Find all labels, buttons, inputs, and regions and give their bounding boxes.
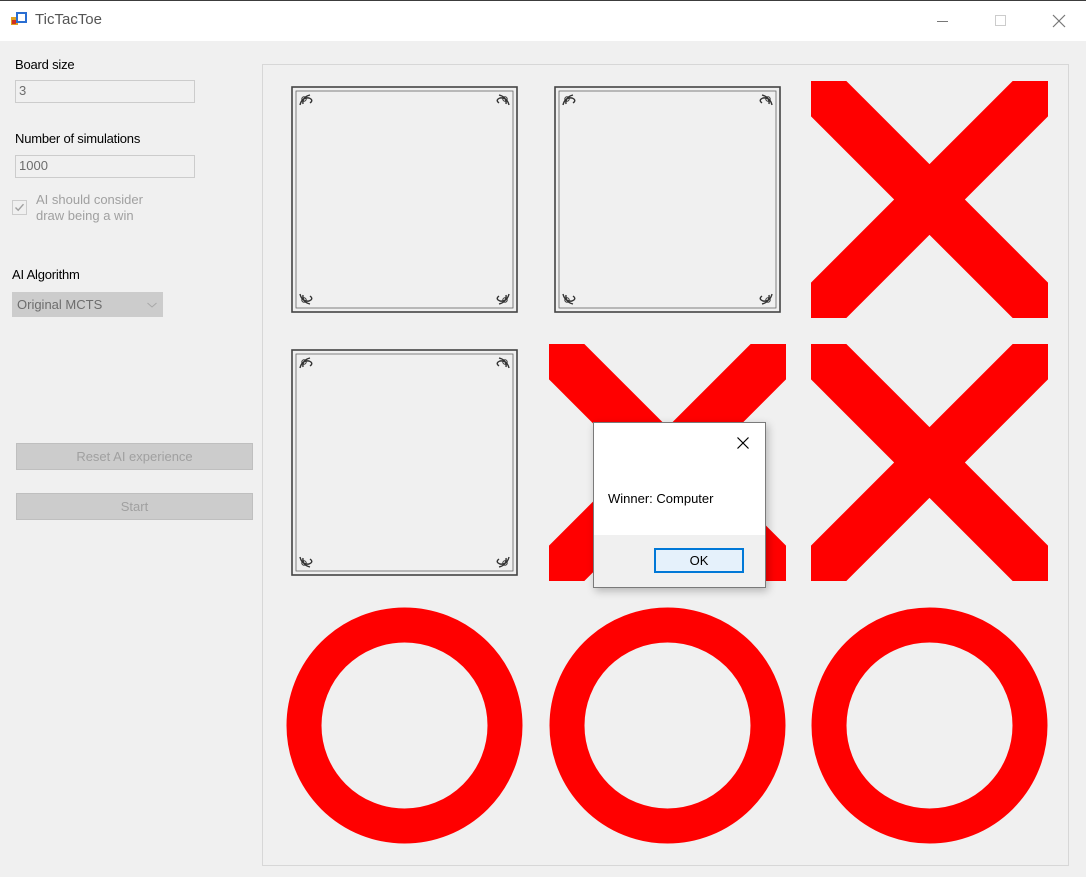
title-bar[interactable]: TicTacToe [0,1,1086,41]
empty-frame-icon [291,86,518,313]
x-mark-icon [811,81,1048,318]
draw-as-win-checkbox[interactable] [12,200,27,215]
board-size-input[interactable]: 3 [15,80,195,103]
checkmark-icon [15,203,25,212]
o-mark-icon [549,607,786,844]
board-cell-1-0[interactable] [286,344,523,581]
window-title: TicTacToe [35,11,102,28]
board-cell-2-1[interactable] [549,607,786,844]
o-mark-icon [286,607,523,844]
board-cell-0-1[interactable] [549,81,786,318]
algorithm-label: AI Algorithm [12,267,80,282]
draw-as-win-label: AI should consider draw being a win [36,192,176,224]
board-cell-0-0[interactable] [286,81,523,318]
close-icon [737,437,749,449]
x-mark-icon [811,344,1048,581]
tictactoe-window: TicTacToe Board size 3 Number of simulat… [0,0,1086,877]
maximize-button[interactable] [972,1,1030,41]
o-mark-icon [811,607,1048,844]
empty-frame-icon [554,86,781,313]
board-cell-2-0[interactable] [286,607,523,844]
simulations-input[interactable]: 1000 [15,155,195,178]
reset-ai-button[interactable]: Reset AI experience [16,443,253,470]
app-icon [11,12,27,25]
simulations-label: Number of simulations [15,131,141,146]
dialog-close-button[interactable] [733,433,753,453]
winner-message: Winner: Computer [608,491,714,506]
minimize-icon [937,21,948,22]
board-cell-0-2[interactable] [811,81,1048,318]
draw-as-win-label-line2: draw being a win [36,208,134,223]
board-size-label: Board size [15,57,75,72]
minimize-button[interactable] [914,1,972,41]
start-button[interactable]: Start [16,493,253,520]
winner-dialog: Winner: Computer OK [593,422,766,588]
algorithm-selected-value: Original MCTS [17,297,103,312]
algorithm-select[interactable]: Original MCTS [12,292,163,317]
dialog-footer: OK [594,535,765,587]
close-icon [1052,14,1066,28]
chevron-down-icon [147,302,157,308]
maximize-icon [995,15,1006,26]
empty-frame-icon [291,349,518,576]
board-cell-1-2[interactable] [811,344,1048,581]
close-button[interactable] [1030,1,1086,41]
board-cell-2-2[interactable] [811,607,1048,844]
draw-as-win-label-line1: AI should consider [36,192,143,207]
ok-button[interactable]: OK [654,548,744,573]
